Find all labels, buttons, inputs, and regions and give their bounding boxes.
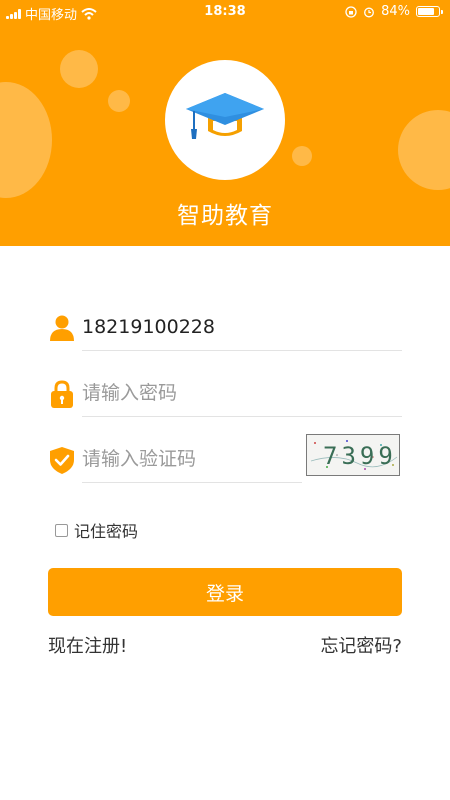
captcha-code: 7399 [323,442,397,470]
decor-bubble [60,50,98,88]
decor-bubble [108,90,130,112]
header-banner: 中国移动 18:38 84% 智助教育 [0,0,450,246]
decor-bubble [398,110,450,190]
phone-row [48,306,402,351]
user-icon [48,314,76,342]
battery-icon [416,6,443,17]
password-row [48,372,402,417]
password-input[interactable] [82,372,402,414]
decor-bubble [0,82,52,198]
register-link[interactable]: 现在注册! [48,632,127,658]
phone-input[interactable] [82,306,402,348]
captcha-input[interactable] [82,438,302,480]
lock-icon [48,380,76,408]
shield-check-icon [48,446,76,474]
captcha-image[interactable]: 7399 [306,434,400,476]
app-name: 智助教育 [177,203,273,229]
status-right: 84% [345,4,443,19]
status-bar: 中国移动 18:38 84% [0,0,450,24]
rotation-lock-icon [345,5,357,18]
battery-fill [418,8,434,15]
captcha-row: 7399 [48,434,402,483]
login-button[interactable]: 登录 [48,568,402,616]
remember-label: 记住密码 [74,522,139,541]
decor-bubble [292,146,312,166]
battery-percent: 84% [381,4,410,19]
remember-checkbox[interactable] [55,523,68,537]
alarm-icon [364,7,375,17]
app-logo [165,60,285,180]
remember-password[interactable]: 记住密码 [55,518,138,542]
forgot-password-link[interactable]: 忘记密码? [320,632,402,658]
graduation-cap-icon [186,93,264,139]
